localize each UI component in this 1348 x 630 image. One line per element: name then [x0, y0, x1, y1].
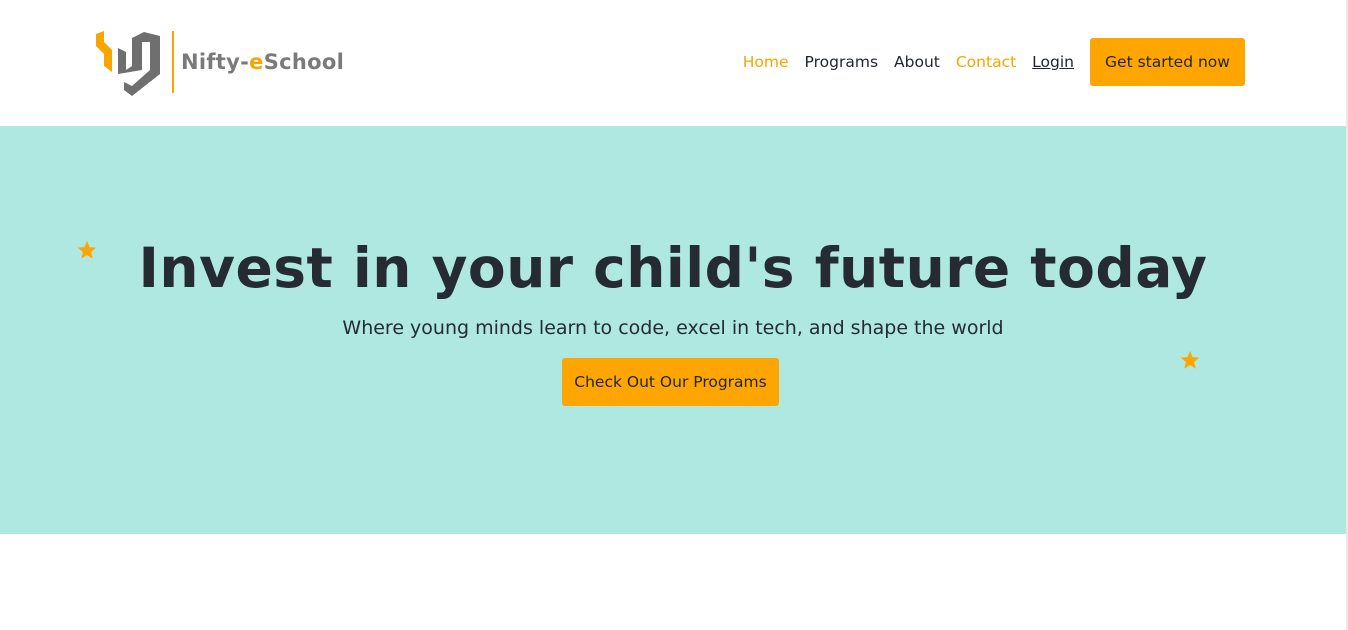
nav-contact[interactable]: Contact [956, 53, 1016, 71]
logo-divider [172, 31, 174, 93]
hero-title: Invest in your child's future today [138, 236, 1208, 300]
nav-programs[interactable]: Programs [805, 53, 878, 71]
hero-subtitle: Where young minds learn to code, excel i… [342, 317, 1004, 339]
logo-wordmark: Nifty-eSchool [181, 50, 345, 74]
programs-button[interactable]: Check Out Our Programs [562, 358, 779, 406]
nav-login[interactable]: Login [1032, 53, 1074, 71]
main-nav: Home Programs About Contact Login Get st… [727, 38, 1245, 86]
get-started-button[interactable]: Get started now [1090, 38, 1245, 86]
hero-section: Invest in your child's future today Wher… [0, 126, 1346, 534]
nav-about[interactable]: About [894, 53, 940, 71]
site-header: Nifty-eSchool Home Programs About Contac… [0, 0, 1346, 126]
star-icon [1180, 350, 1200, 369]
logo-icon [96, 31, 160, 96]
brand-logo[interactable]: Nifty-eSchool [94, 28, 344, 96]
nav-home[interactable]: Home [743, 53, 789, 71]
